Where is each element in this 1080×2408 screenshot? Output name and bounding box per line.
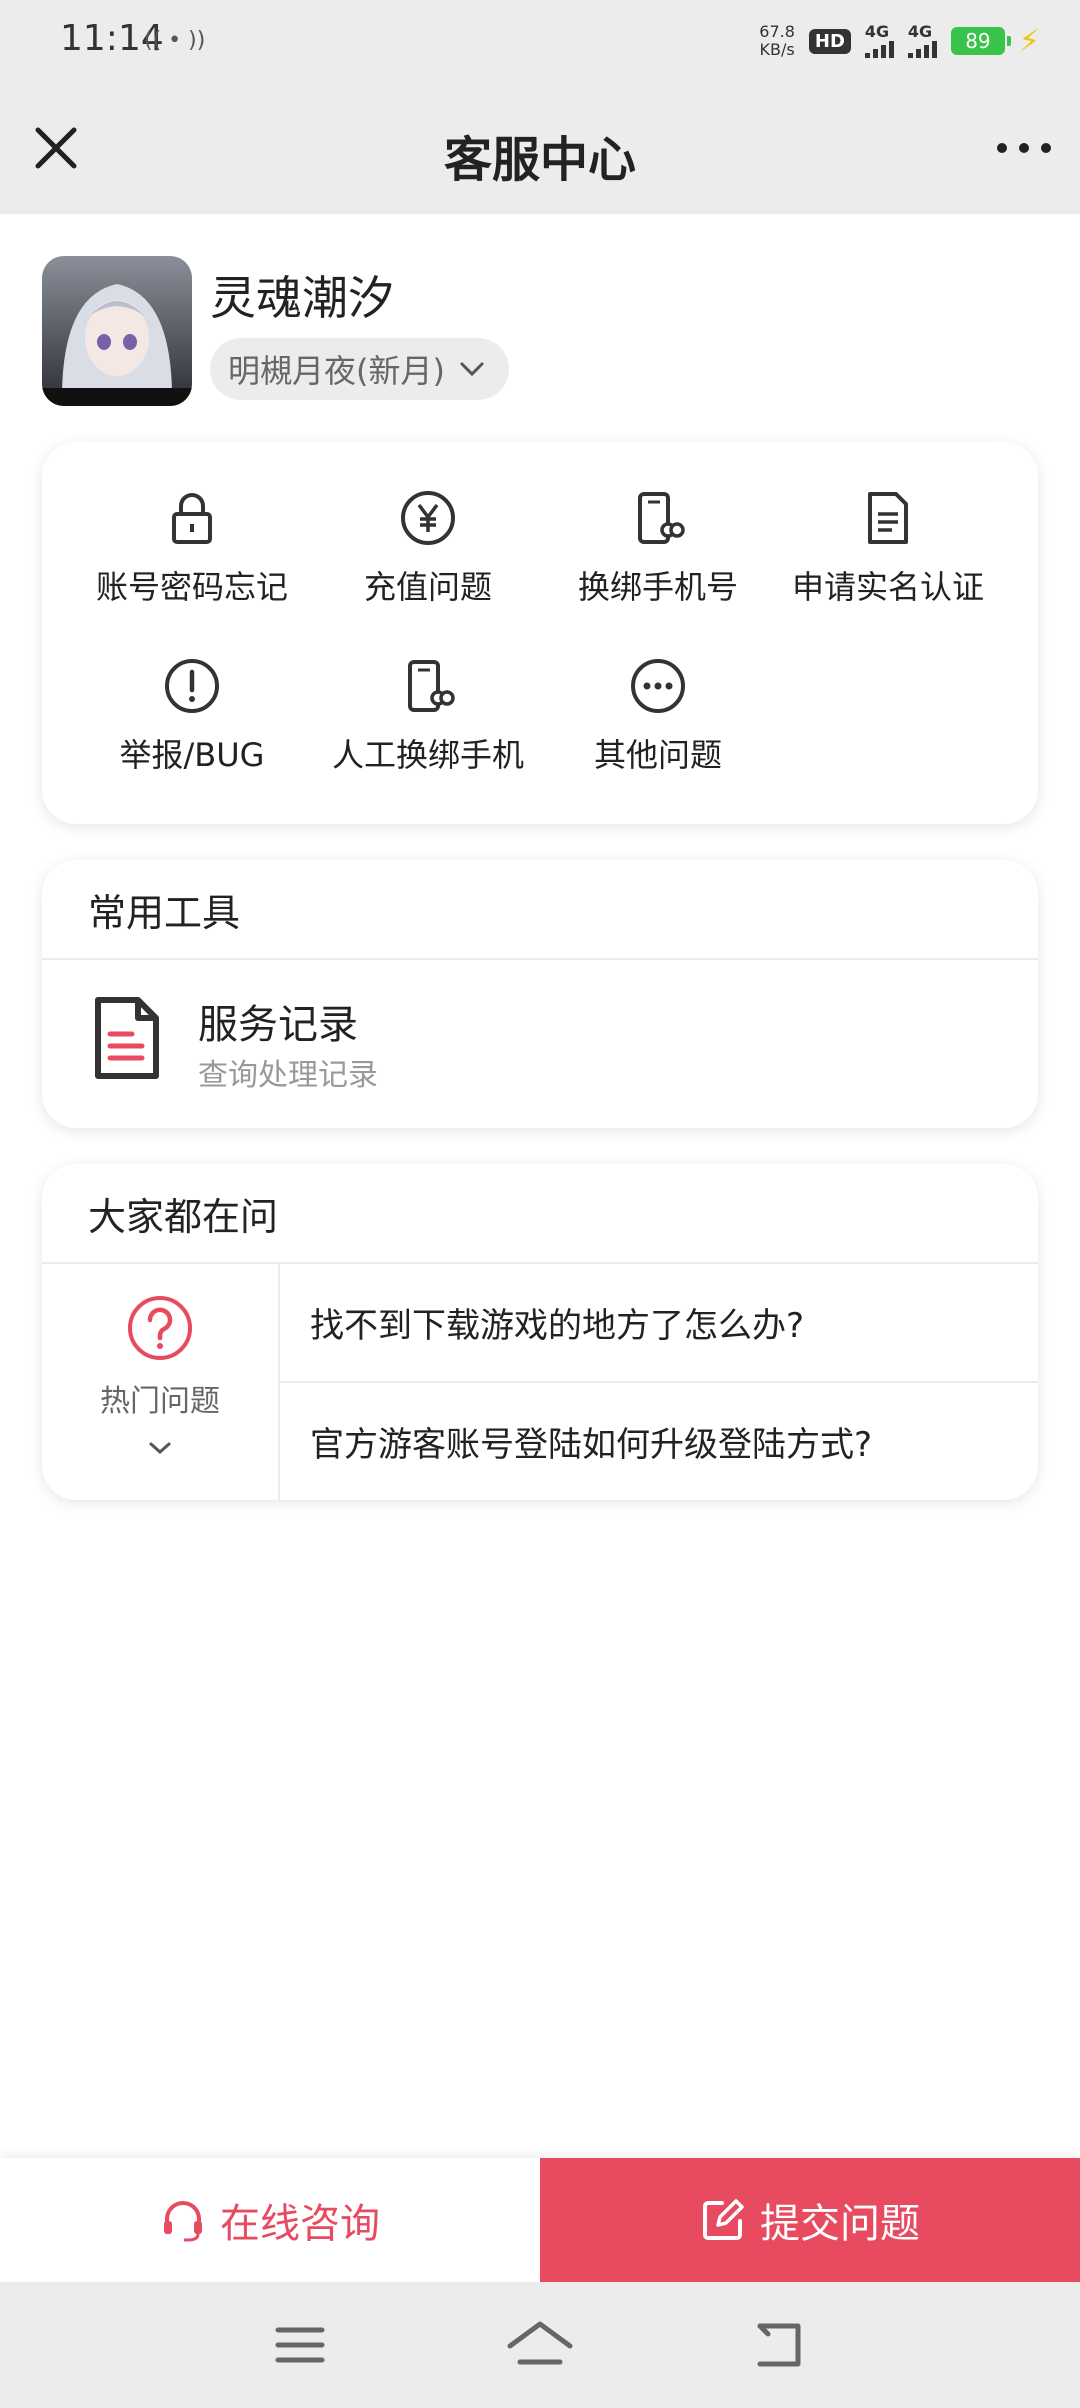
faq-body: 热门问题 找不到下载游戏的地方了怎么办? 官方游客账号登陆如何升级登陆方式? <box>42 1264 1038 1500</box>
lock-icon <box>172 493 212 544</box>
menu-icon[interactable] <box>260 2312 340 2378</box>
back-icon[interactable] <box>740 2312 820 2378</box>
category-card: 账号密码忘记 充值问题 换绑手机号 申请实名认证 举报/BUG 人工换绑手机 其… <box>42 442 1038 824</box>
tools-title: 常用工具 <box>42 860 1038 960</box>
category-label: 充值问题 <box>363 568 492 606</box>
exclamation-icon <box>165 659 219 713</box>
category-label: 其他问题 <box>593 736 722 774</box>
category-label: 举报/BUG <box>119 736 265 774</box>
category-label: 人工换绑手机 <box>331 736 524 774</box>
page-title: 客服中心 <box>443 132 636 188</box>
more-circle-icon <box>631 659 685 713</box>
faq-category-label: 热门问题 <box>100 1384 220 1419</box>
category-real-name[interactable]: 申请实名认证 <box>768 488 1008 608</box>
lightning-bolt-icon: ⚡ <box>1018 23 1040 59</box>
edit-icon <box>703 2199 744 2240</box>
chevron-down-icon <box>460 362 484 377</box>
status-indicators: 67.8 KB/s HD 4G 4G 89 ⚡ <box>759 16 1040 66</box>
record-document-icon <box>95 997 159 1079</box>
signal-sim1-icon: 4G <box>864 24 894 58</box>
question-circle-icon <box>128 1296 192 1360</box>
server-selector[interactable]: 明槻月夜(新月) <box>210 338 509 400</box>
more-dots-icon[interactable] <box>988 116 1060 180</box>
category-label: 申请实名认证 <box>791 568 984 606</box>
username: 灵魂潮汐 <box>210 271 394 325</box>
faq-question[interactable]: 找不到下载游戏的地方了怎么办? <box>280 1264 1038 1383</box>
battery-icon: 89 <box>950 27 1011 55</box>
tools-card: 常用工具 服务记录 查询处理记录 <box>42 860 1038 1128</box>
faq-question[interactable]: 官方游客账号登陆如何升级登陆方式? <box>280 1383 1038 1500</box>
category-rebind-phone[interactable]: 换绑手机号 <box>538 488 778 608</box>
main-content: 灵魂潮汐 明槻月夜(新月) 账号密码忘记 充值问题 换绑手机号 申请实名认证 举… <box>0 214 1080 2160</box>
online-consult-label: 在线咨询 <box>220 2201 380 2247</box>
faq-category-hot[interactable]: 热门问题 <box>42 1264 280 1500</box>
category-account-password[interactable]: 账号密码忘记 <box>72 488 312 608</box>
status-bar: 11:14 (( • )) 67.8 KB/s HD 4G 4G 89 ⚡ <box>0 0 1080 82</box>
submit-question-button[interactable]: 提交问题 <box>540 2158 1080 2282</box>
faq-card: 大家都在问 热门问题 找不到下载游戏的地方了怎么办? 官方游客账号登陆如何升级登… <box>42 1164 1038 1500</box>
cast-icon: (( • )) <box>144 28 206 53</box>
document-icon <box>868 492 908 544</box>
network-speed: 67.8 KB/s <box>759 22 795 59</box>
category-label: 换绑手机号 <box>577 568 738 606</box>
title-bar: 客服中心 <box>0 82 1080 214</box>
category-manual-rebind[interactable]: 人工换绑手机 <box>308 656 548 776</box>
signal-sim2-icon: 4G <box>907 24 937 58</box>
avatar <box>42 256 192 406</box>
chevron-down-icon <box>149 1442 171 1455</box>
tool-subtitle: 查询处理记录 <box>198 1058 378 1093</box>
yuan-icon <box>401 491 455 545</box>
service-record-item[interactable]: 服务记录 查询处理记录 <box>42 960 1038 1128</box>
category-other[interactable]: 其他问题 <box>538 656 778 776</box>
category-report-bug[interactable]: 举报/BUG <box>72 656 312 776</box>
faq-title: 大家都在问 <box>42 1164 1038 1264</box>
category-recharge[interactable]: 充值问题 <box>308 488 548 608</box>
headset-icon <box>164 2201 202 2242</box>
hd-voice-badge: HD <box>808 28 851 54</box>
category-label: 账号密码忘记 <box>95 568 288 606</box>
online-consult-button[interactable]: 在线咨询 <box>0 2158 540 2282</box>
action-bar: 在线咨询 提交问题 <box>0 2158 1080 2282</box>
home-icon[interactable] <box>500 2312 580 2378</box>
submit-question-label: 提交问题 <box>760 2201 920 2247</box>
phone-link-icon <box>638 492 685 544</box>
tool-title: 服务记录 <box>198 1002 358 1048</box>
server-name: 明槻月夜(新月) <box>228 352 445 390</box>
phone-link-icon <box>408 660 455 712</box>
system-nav-bar <box>0 2282 1080 2408</box>
